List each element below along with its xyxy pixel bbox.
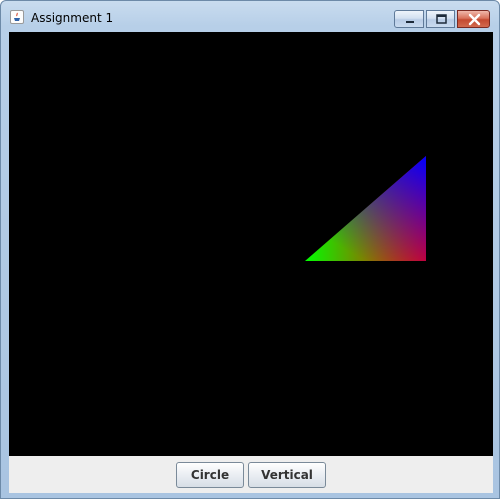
maximize-icon <box>436 14 447 24</box>
minimize-icon <box>406 21 414 23</box>
maximize-button[interactable] <box>426 10 455 28</box>
vertical-button[interactable]: Vertical <box>248 462 326 488</box>
java-app-icon <box>10 10 24 24</box>
app-window: Assignment 1 Circle Vertical <box>0 0 500 499</box>
close-button[interactable] <box>457 10 490 28</box>
circle-button[interactable]: Circle <box>176 462 244 488</box>
drawing-canvas[interactable] <box>9 32 493 456</box>
minimize-button[interactable] <box>394 10 424 28</box>
window-title: Assignment 1 <box>31 11 114 25</box>
canvas-svg <box>305 156 426 261</box>
close-icon <box>468 13 481 26</box>
button-bar: Circle Vertical <box>9 456 493 493</box>
title-bar[interactable]: Assignment 1 <box>1 1 499 31</box>
rgb-triangle-blue-blend <box>305 156 426 261</box>
